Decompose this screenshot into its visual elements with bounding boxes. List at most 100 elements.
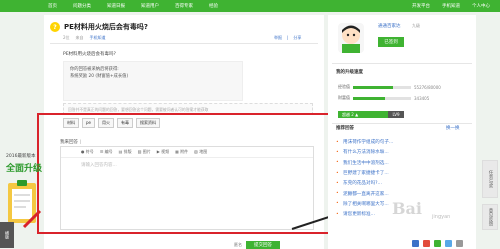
divider — [332, 63, 472, 64]
exp-row: 经验值 55276/80000 — [338, 84, 441, 90]
recommend-title: 推荐回答 — [336, 126, 354, 131]
tag-row: 材料 pe 用火 有毒 搜索资料 — [63, 118, 160, 128]
tag-toxic[interactable]: 有毒 — [117, 118, 133, 128]
answer-editor[interactable]: ● 符号 ☰ 编号 ▤ 排版 ▨ 图片 ▶ 视频 ▦ 附件 ▧ 地图 请输入回答… — [60, 146, 314, 230]
recommend-item-text: 除了相关啊哪里大写... — [343, 201, 389, 207]
video-tool-button[interactable]: ▶ 视频 — [157, 149, 169, 155]
report-link[interactable]: 举报 — [274, 35, 282, 41]
answer-label-text: 我来回答 — [60, 140, 78, 145]
question-body-text: PE材料用火烧后会有毒吗? — [63, 52, 116, 57]
watermark-subtitle: jingyan — [432, 214, 451, 220]
exp-label: 经验值 — [338, 84, 350, 89]
avatar[interactable] — [338, 23, 364, 53]
nav-item-experts[interactable]: 百得专家 — [167, 3, 201, 9]
nav-item-home[interactable]: 首页 — [40, 3, 65, 9]
level-progress: 超越 2 ▲ — [338, 111, 390, 118]
recommend-item-text: 我们生活中中溶剂选... — [343, 160, 389, 166]
layout-tool-button[interactable]: ▤ 排版 — [119, 149, 132, 155]
nav-item-personal[interactable]: 个人中心 — [472, 3, 490, 9]
nav-item-mobile[interactable]: 手机知道 — [442, 3, 460, 9]
share-icons — [412, 240, 463, 247]
recommend-item-text: 有什么方法消除水垢... — [343, 150, 389, 156]
share-qq-icon[interactable] — [445, 240, 452, 247]
top-nav: 首页 问题分类 知道日报 知道用户 百得专家 经验 开发平台 手机知道 个人中心 — [0, 0, 500, 12]
nav-item-dev-platform[interactable]: 开发平台 — [412, 3, 430, 9]
wealth-bar-fill — [353, 96, 385, 100]
username-link[interactable]: 通通百家达 — [378, 23, 401, 29]
recommend-list: • 用沫荷作学组成的句子... • 有什么方法消除水垢... • 我们生活中中溶剂选.… — [336, 137, 393, 219]
recommend-item-text: 泥鳅都一直离开这家... — [343, 191, 389, 197]
editor-toolbar: ● 符号 ☰ 编号 ▤ 排版 ▨ 图片 ▶ 视频 ▦ 附件 ▧ 地图 — [61, 147, 313, 158]
submit-answer-button[interactable]: 提交回答 — [246, 241, 280, 249]
level-current-badge: LV9 — [388, 111, 404, 118]
list-item[interactable]: • 我们生活中中溶剂选... — [336, 158, 393, 168]
question-title-row: ? PE材料用火烧后会有毒吗? — [50, 22, 148, 32]
tag-fire[interactable]: 用火 — [98, 118, 114, 128]
exp-bar — [353, 85, 411, 89]
list-item[interactable]: • 请您更新标准... — [336, 209, 393, 219]
divider — [332, 123, 472, 124]
divider — [50, 43, 318, 44]
growth-title: 我的升级速度 — [336, 70, 363, 75]
wealth-label: 财富值 — [338, 95, 350, 100]
nav-item-experience[interactable]: 经验 — [201, 3, 226, 9]
tag-pe[interactable]: pe — [82, 118, 95, 128]
wealth-bar — [353, 96, 411, 100]
promo-subtitle: 2016最新版本 — [6, 154, 36, 159]
submit-row: 匿名 提交回答 — [234, 241, 280, 249]
share-weibo-icon[interactable] — [423, 240, 430, 247]
question-meta-count: 2位 — [63, 35, 70, 40]
list-item[interactable]: • 用沫荷作学组成的句子... — [336, 137, 393, 147]
tag-material[interactable]: 材料 — [63, 118, 79, 128]
nav-item-daily[interactable]: 知道日报 — [99, 3, 133, 9]
action-divider: | — [287, 35, 289, 40]
list-item[interactable]: • 有什么方法消除水垢... — [336, 147, 393, 157]
signed-in-button[interactable]: 已签到 — [378, 37, 404, 47]
question-title: PE材料用火烧后会有毒吗? — [64, 23, 148, 31]
reward-quote: 你的回答被采纳后将获得: 系统奖励 20 (财富值+成长值) — [63, 61, 243, 101]
answer-textarea[interactable]: 请输入回答内容... — [61, 158, 313, 172]
reward-line-1: 你的回答被采纳后将获得: — [70, 67, 119, 72]
numbering-tool-button[interactable]: ☰ 编号 — [100, 149, 113, 155]
list-item[interactable]: • 除了相关啊哪里大写... — [336, 199, 393, 209]
recommend-item-text: 用沫荷作学组成的句子... — [343, 140, 394, 146]
list-item[interactable]: • 巨野建了家捷捷卡了... — [336, 168, 393, 178]
share-link[interactable]: 分享 — [293, 35, 301, 41]
search-materials-button[interactable]: 搜索资料 — [136, 118, 160, 128]
list-item[interactable]: • 东莞的花品对吗?... — [336, 178, 393, 188]
task-reward-tab[interactable]: 任务与奖 — [482, 160, 498, 198]
user-level: 九级 — [412, 23, 420, 28]
promo-title: 全面升级 — [6, 164, 43, 174]
answer-label: 我来回答 | — [60, 139, 81, 145]
answer-label-tip: | — [79, 140, 81, 145]
question-meta-from: 来自 — [75, 35, 84, 40]
question-mark-icon: ? — [50, 22, 60, 32]
attachment-tool-button[interactable]: ▦ 附件 — [175, 149, 188, 155]
share-qzone-icon[interactable] — [412, 240, 419, 247]
nav-right: 开发平台 手机知道 个人中心 — [412, 3, 500, 9]
recommend-item-text: 东莞的花品对吗?... — [343, 181, 382, 187]
watermark-logo: Bai — [392, 199, 422, 218]
promo-side-button[interactable]: 横版 — [0, 222, 14, 248]
exp-bar-fill — [353, 85, 394, 89]
nav-item-categories[interactable]: 问题分类 — [65, 3, 99, 9]
image-tool-button[interactable]: ▨ 图片 — [138, 149, 151, 155]
profile-card: 通通百家达 九级 已签到 — [332, 21, 472, 57]
share-more-icon[interactable] — [456, 240, 463, 247]
question-actions: 举报 | 分享 — [274, 35, 301, 41]
reward-line-2: 系统奖励 20 (财富值+成长值) — [70, 74, 129, 80]
feedback-tab[interactable]: 意见反馈 — [482, 204, 498, 230]
anonymous-toggle[interactable]: 匿名 — [234, 242, 242, 248]
wealth-value: 343405 — [414, 95, 430, 101]
recommend-item-text: 请您更新标准... — [343, 212, 375, 218]
symbol-tool-button[interactable]: ● 符号 — [81, 149, 94, 155]
nav-item-users[interactable]: 知道用户 — [133, 3, 167, 9]
map-tool-button[interactable]: ▧ 地图 — [194, 149, 207, 155]
share-wechat-icon[interactable] — [434, 240, 441, 247]
wealth-row: 财富值 343405 — [338, 95, 429, 101]
list-item[interactable]: • 泥鳅都一直离开这家... — [336, 188, 393, 198]
change-batch-link[interactable]: 换一换 — [446, 125, 460, 131]
answer-hint: 回答并不是真正的问题的回答，要想回答这个问题，需要被问者认可的答案才能获取 — [63, 103, 313, 115]
question-meta-source-link[interactable]: 手机知道 — [90, 35, 106, 41]
question-meta: 2位 来自 手机知道 — [63, 35, 106, 41]
